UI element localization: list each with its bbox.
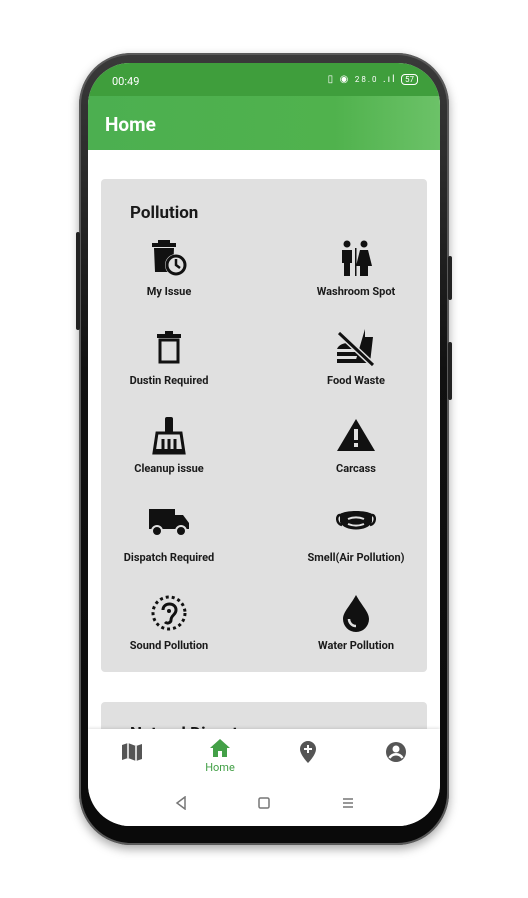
- tile-cleanup-issue[interactable]: Cleanup issue: [94, 417, 244, 487]
- nav-home-label: Home: [205, 761, 235, 774]
- dustbin-icon: [155, 329, 183, 369]
- no-food-icon: [335, 329, 377, 371]
- status-time: 00:49: [112, 75, 140, 88]
- trash-clock-icon: [149, 240, 189, 282]
- system-nav-bar: [88, 785, 440, 826]
- tile-sound-pollution[interactable]: Sound Pollution: [94, 594, 244, 664]
- map-icon: [121, 741, 143, 767]
- washroom-icon: [339, 240, 373, 282]
- tile-label: Carcass: [336, 462, 376, 475]
- status-icons: ▯ ◉ 28.0 .ıl 57: [328, 74, 418, 85]
- page-title: Home: [105, 113, 156, 136]
- warning-icon: [336, 417, 376, 457]
- tile-water-pollution[interactable]: Water Pollution: [281, 594, 431, 664]
- tile-label: Smell(Air Pollution): [307, 551, 405, 564]
- app-bar: Home: [88, 96, 440, 150]
- menu-icon[interactable]: [341, 795, 355, 814]
- tile-label: Dustin Required: [129, 374, 209, 387]
- tile-food-waste[interactable]: Food Waste: [281, 329, 431, 399]
- add-location-icon: [299, 741, 317, 767]
- nav-map[interactable]: [102, 729, 162, 785]
- tile-dispatch-required[interactable]: Dispatch Required: [94, 506, 244, 576]
- tile-smell-air-pollution[interactable]: Smell(Air Pollution): [281, 506, 431, 576]
- card-title: Pollution: [130, 203, 199, 223]
- tile-label: Dispatch Required: [123, 551, 215, 564]
- battery-icon: 57: [401, 74, 418, 85]
- home-square-icon[interactable]: [257, 795, 271, 814]
- home-icon: [209, 738, 231, 762]
- tile-label: Food Waste: [327, 374, 385, 387]
- tile-label: Cleanup issue: [134, 462, 204, 475]
- network-speed: 28.0: [354, 75, 379, 84]
- volume-button: [76, 232, 80, 330]
- tile-label: Water Pollution: [318, 639, 394, 652]
- truck-icon: [148, 506, 190, 542]
- status-bar: 00:49 ▯ ◉ 28.0 .ıl 57: [88, 63, 440, 96]
- nav-add-location[interactable]: [278, 729, 338, 785]
- vibrate-icon: ▯: [327, 74, 336, 85]
- mask-icon: [336, 506, 376, 540]
- bottom-nav: Home: [88, 729, 440, 785]
- tile-my-issue[interactable]: My Issue: [94, 240, 244, 310]
- back-icon[interactable]: [174, 795, 188, 814]
- tile-carcass[interactable]: Carcass: [281, 417, 431, 487]
- tile-label: Washroom Spot: [316, 285, 396, 298]
- pollution-card: Pollution My Issue Washroom Spot Dustin …: [101, 179, 427, 672]
- account-icon: [385, 741, 407, 767]
- signal-icon: .ıl: [382, 74, 397, 85]
- power-button: [448, 342, 452, 400]
- tile-label: Sound Pollution: [129, 639, 209, 652]
- side-button: [448, 256, 452, 300]
- nav-account[interactable]: [366, 729, 426, 785]
- tile-washroom-spot[interactable]: Washroom Spot: [281, 240, 431, 310]
- tile-dustin-required[interactable]: Dustin Required: [94, 329, 244, 399]
- broom-icon: [151, 417, 187, 459]
- tile-label: My Issue: [146, 285, 192, 298]
- nav-home[interactable]: Home: [190, 729, 250, 785]
- water-drop-icon: [340, 594, 372, 636]
- screen: 00:49 ▯ ◉ 28.0 .ıl 57 Home Pollution My …: [88, 63, 440, 826]
- ear-icon: [150, 594, 188, 636]
- location-icon: ◉: [339, 74, 351, 85]
